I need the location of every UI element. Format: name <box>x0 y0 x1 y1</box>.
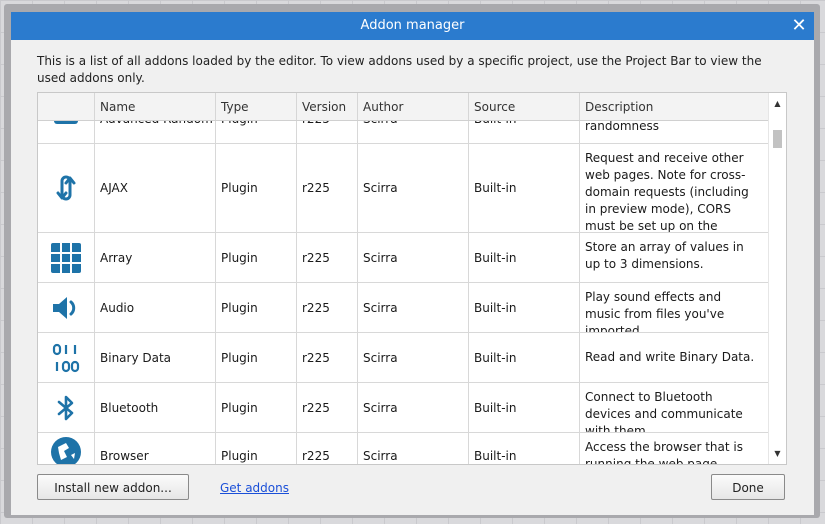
addon-author: Scirra <box>357 283 468 332</box>
install-new-addon-button[interactable]: Install new addon... <box>37 474 189 500</box>
column-header-source[interactable]: Source <box>468 93 579 120</box>
addon-version: r225 <box>296 333 357 382</box>
addon-version: r225 <box>296 433 357 464</box>
addon-author: Scirra <box>357 144 468 232</box>
scroll-up-arrow-icon[interactable]: ▲ <box>769 97 786 111</box>
addon-description: Access the browser that is running the w… <box>579 433 768 464</box>
table-body: Advanced Random Plugin r225 Scirra Built… <box>38 121 768 464</box>
addon-version: r225 <box>296 283 357 332</box>
table-row[interactable]: Advanced Random Plugin r225 Scirra Built… <box>38 121 768 144</box>
addon-source: Built-in <box>468 121 579 143</box>
table-row[interactable]: Audio Plugin r225 Scirra Built-in Play s… <box>38 283 768 333</box>
column-header-type[interactable]: Type <box>215 93 296 120</box>
addon-type: Plugin <box>215 433 296 464</box>
ajax-icon <box>38 144 94 232</box>
addon-source: Built-in <box>468 333 579 382</box>
addon-author: Scirra <box>357 121 468 143</box>
scroll-down-arrow-icon[interactable]: ▼ <box>769 447 786 461</box>
column-header-name[interactable]: Name <box>94 93 215 120</box>
addon-description: Play sound effects and music from files … <box>579 283 768 332</box>
column-header-version[interactable]: Version <box>296 93 357 120</box>
addon-source: Built-in <box>468 144 579 232</box>
column-header-author[interactable]: Author <box>357 93 468 120</box>
intro-text: This is a list of all addons loaded by t… <box>37 54 762 85</box>
table-scrollbar[interactable]: ▲ ▼ <box>768 93 786 464</box>
table-row[interactable]: Bluetooth Plugin r225 Scirra Built-in Co… <box>38 383 768 433</box>
dialog-title: Addon manager <box>360 18 465 33</box>
addon-type: Plugin <box>215 233 296 282</box>
binary-data-icon <box>38 333 94 382</box>
addon-name: Array <box>94 233 215 282</box>
addon-author: Scirra <box>357 233 468 282</box>
table-row[interactable]: Binary Data Plugin r225 Scirra Built-in … <box>38 333 768 383</box>
table-row[interactable]: AJAX Plugin r225 Scirra Built-in Request… <box>38 144 768 233</box>
scrollbar-thumb[interactable] <box>773 130 782 148</box>
bluetooth-icon <box>38 383 94 432</box>
audio-icon <box>38 283 94 332</box>
table-row[interactable]: Array Plugin r225 Scirra Built-in Store … <box>38 233 768 283</box>
addon-name: Binary Data <box>94 333 215 382</box>
addon-description: Connect to Bluetooth devices and communi… <box>579 383 768 432</box>
addon-type: Plugin <box>215 383 296 432</box>
addon-version: r225 <box>296 233 357 282</box>
addon-description: Store an array of values in up to 3 dime… <box>579 233 768 282</box>
advanced-random-icon <box>38 121 94 143</box>
addon-name: Browser <box>94 433 215 464</box>
addon-author: Scirra <box>357 333 468 382</box>
addon-author: Scirra <box>357 383 468 432</box>
done-button[interactable]: Done <box>711 474 785 500</box>
addon-source: Built-in <box>468 383 579 432</box>
addon-type: Plugin <box>215 283 296 332</box>
addon-name: Bluetooth <box>94 383 215 432</box>
get-addons-link[interactable]: Get addons <box>220 481 289 495</box>
addon-version: r225 <box>296 383 357 432</box>
addon-description: randomness <box>579 121 768 143</box>
browser-icon <box>38 433 94 464</box>
addon-description: Request and receive other web pages. Not… <box>579 144 768 232</box>
table-header: Name Type Version Author Source Descript… <box>38 93 768 121</box>
close-button[interactable]: ✕ <box>788 15 810 37</box>
addon-name: Advanced Random <box>94 121 215 143</box>
addon-source: Built-in <box>468 433 579 464</box>
column-header-description[interactable]: Description <box>579 93 768 120</box>
addon-type: Plugin <box>215 333 296 382</box>
addon-source: Built-in <box>468 283 579 332</box>
addon-name: AJAX <box>94 144 215 232</box>
addon-type: Plugin <box>215 121 296 143</box>
column-header-icon[interactable] <box>38 93 94 120</box>
addon-version: r225 <box>296 121 357 143</box>
dialog-body: This is a list of all addons loaded by t… <box>11 40 814 515</box>
addon-version: r225 <box>296 144 357 232</box>
addon-table: Name Type Version Author Source Descript… <box>37 92 787 465</box>
addon-manager-dialog: Addon manager ✕ This is a list of all ad… <box>4 4 820 518</box>
title-bar: Addon manager ✕ <box>11 12 814 40</box>
addon-type: Plugin <box>215 144 296 232</box>
table-row[interactable]: Browser Plugin r225 Scirra Built-in Acce… <box>38 433 768 464</box>
addon-name: Audio <box>94 283 215 332</box>
addon-source: Built-in <box>468 233 579 282</box>
addon-description: Read and write Binary Data. <box>579 333 768 382</box>
array-icon <box>38 233 94 282</box>
addon-author: Scirra <box>357 433 468 464</box>
